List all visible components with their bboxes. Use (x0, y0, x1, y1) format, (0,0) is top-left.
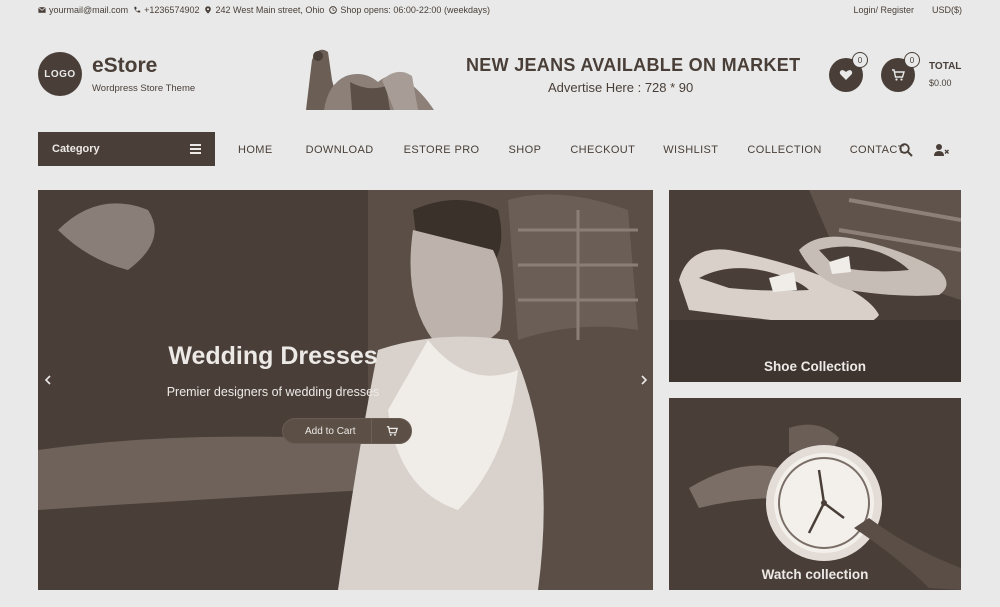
nav-item-shop[interactable]: SHOP (509, 144, 542, 156)
cart-count-badge: 0 (904, 52, 920, 68)
hours-text: Shop opens: 06:00-22:00 (weekdays) (340, 5, 490, 15)
nav-item-download[interactable]: DOWNLOAD (306, 144, 374, 156)
mail-icon (38, 6, 46, 13)
address-text: 242 West Main street, Ohio (215, 5, 325, 15)
site-tagline: Wordpress Store Theme (92, 83, 196, 94)
top-bar: yourmail@mail.com +1236574902 242 West M… (0, 0, 1000, 22)
cart-icon (386, 426, 398, 436)
clock-icon (329, 6, 338, 14)
watch-collection-promo[interactable]: Watch collection (669, 398, 961, 590)
shoe-collection-label: Shoe Collection (763, 359, 866, 374)
category-label: Category (52, 143, 100, 155)
shoe-collection-image (669, 190, 961, 382)
slider-next-button[interactable] (637, 370, 651, 390)
shop-hours: Shop opens: 06:00-22:00 (weekdays) (329, 5, 490, 15)
chevron-left-icon (44, 375, 51, 385)
cart-total-label: TOTAL (929, 61, 962, 72)
login-register-link[interactable]: Login/ Register (853, 5, 914, 15)
contact-address: 242 West Main street, Ohio (204, 5, 324, 15)
category-dropdown[interactable]: Category (38, 132, 215, 166)
cart-icon (892, 69, 905, 81)
ad-subtitle: Advertise Here : 728 * 90 (548, 80, 694, 95)
contact-phone: +1236574902 (133, 5, 199, 15)
wishlist-count-badge: 0 (852, 52, 868, 68)
nav-item-wishlist[interactable]: WISHLIST (663, 144, 718, 156)
watch-collection-label: Watch collection (761, 567, 869, 582)
site-logo[interactable]: LOGO (38, 52, 82, 96)
add-to-cart-label: Add to Cart (305, 425, 356, 437)
main-nav: HOME DOWNLOAD ESTORE PRO SHOP CHECKOUT W… (238, 144, 905, 156)
add-to-cart-button[interactable]: Add to Cart (282, 418, 412, 444)
phone-text: +1236574902 (144, 5, 200, 15)
site-name[interactable]: eStore (92, 54, 157, 78)
chevron-right-icon (640, 375, 647, 385)
shoe-collection-promo[interactable]: Shoe Collection (669, 190, 961, 382)
heart-icon (839, 70, 853, 80)
logo-text: LOGO (44, 68, 76, 80)
nav-item-checkout[interactable]: CHECKOUT (570, 144, 635, 156)
ad-banner-image[interactable] (294, 40, 444, 110)
email-text: yourmail@mail.com (49, 5, 129, 15)
ad-title[interactable]: NEW JEANS AVAILABLE ON MARKET (466, 55, 800, 76)
nav-item-collection[interactable]: COLLECTION (747, 144, 821, 156)
nav-item-contact[interactable]: CONTACT (850, 144, 905, 156)
cart-total-value: $0.00 (929, 78, 952, 88)
nav-item-home[interactable]: HOME (238, 144, 273, 156)
user-icon[interactable] (933, 142, 949, 158)
currency-selector[interactable]: USD($) (932, 5, 962, 15)
hero-slider[interactable]: Wedding Dresses Premier designers of wed… (38, 190, 653, 590)
slider-prev-button[interactable] (40, 370, 54, 390)
watch-collection-image (669, 398, 961, 590)
search-icon[interactable] (898, 142, 914, 158)
contact-email[interactable]: yourmail@mail.com (38, 5, 128, 15)
slide-title: Wedding Dresses (168, 342, 378, 370)
slide-subtitle: Premier designers of wedding dresses (166, 385, 380, 399)
menu-icon (190, 144, 201, 154)
nav-item-estore-pro[interactable]: ESTORE PRO (404, 144, 480, 156)
location-icon (205, 6, 212, 14)
phone-icon (134, 6, 141, 13)
